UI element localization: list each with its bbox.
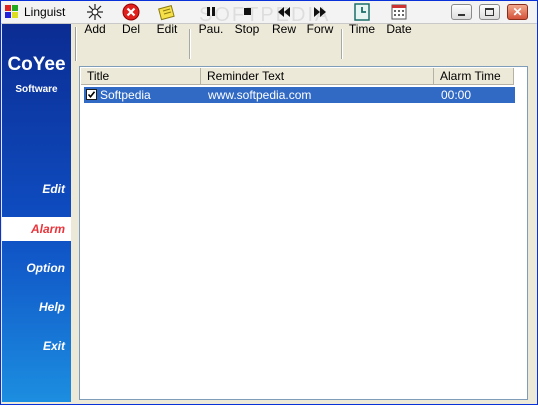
time-label: Time <box>348 22 376 36</box>
forward-label: Forw <box>306 22 334 36</box>
rewind-icon <box>274 3 294 21</box>
row-reminder-text: www.softpedia.com <box>208 88 312 102</box>
edit-label: Edit <box>156 22 178 36</box>
pause-label: Pau. <box>198 22 224 36</box>
window-title: Linguist <box>24 5 66 19</box>
forward-button[interactable]: Forw <box>305 3 335 39</box>
stop-icon <box>237 3 257 21</box>
app-window: Linguist ✕ SOFTPEDIA CoYee Software Edit… <box>0 0 538 405</box>
add-icon <box>85 3 105 21</box>
column-header-alarm-time[interactable]: Alarm Time <box>434 68 514 85</box>
add-button[interactable]: Add <box>81 3 109 39</box>
clock-icon <box>352 3 372 21</box>
check-icon <box>87 91 96 99</box>
minimize-button[interactable] <box>451 4 472 20</box>
delete-icon <box>121 3 141 21</box>
close-icon: ✕ <box>512 5 523 19</box>
forward-icon <box>310 3 330 21</box>
calendar-icon <box>389 3 409 21</box>
row-checkbox[interactable] <box>86 89 97 100</box>
alarm-list[interactable]: Title Reminder Text Alarm Time Softpedia… <box>79 66 528 400</box>
pause-icon <box>201 3 221 21</box>
sidebar: CoYee Software Edit Alarm Option Help Ex… <box>2 24 71 402</box>
toolbar-separator <box>341 29 342 59</box>
sidebar-item-option[interactable]: Option <box>2 256 71 280</box>
pause-button[interactable]: Pau. <box>197 3 225 39</box>
list-header: Title Reminder Text Alarm Time <box>81 68 526 85</box>
stop-button[interactable]: Stop <box>233 3 261 39</box>
delete-label: Del <box>121 22 140 36</box>
column-header-reminder-text[interactable]: Reminder Text <box>201 68 434 85</box>
toolbar-grip <box>75 27 76 61</box>
sidebar-item-exit[interactable]: Exit <box>2 334 71 358</box>
date-label: Date <box>386 22 412 36</box>
time-button[interactable]: Time <box>347 3 377 39</box>
column-header-title[interactable]: Title <box>81 68 201 85</box>
brand-subtitle: Software <box>15 84 58 95</box>
maximize-icon <box>485 8 494 16</box>
table-row[interactable]: Softpedia www.softpedia.com 00:00 <box>84 87 515 103</box>
rewind-label: Rew <box>271 22 296 36</box>
edit-icon <box>157 3 177 21</box>
maximize-button[interactable] <box>479 4 500 20</box>
row-title: Softpedia <box>100 88 151 102</box>
rewind-button[interactable]: Rew <box>269 3 299 39</box>
date-button[interactable]: Date <box>384 3 414 39</box>
sidebar-item-help[interactable]: Help <box>2 295 71 319</box>
minimize-icon <box>458 14 465 16</box>
row-alarm-time: 00:00 <box>441 88 472 102</box>
app-icon <box>5 5 19 19</box>
stop-label: Stop <box>234 22 260 36</box>
sidebar-item-edit[interactable]: Edit <box>2 177 71 201</box>
delete-button[interactable]: Del <box>117 3 145 39</box>
add-label: Add <box>84 22 106 36</box>
sidebar-item-alarm[interactable]: Alarm <box>2 217 71 241</box>
edit-button[interactable]: Edit <box>153 3 181 39</box>
toolbar-separator <box>189 29 190 59</box>
brand-name: CoYee <box>7 54 66 75</box>
close-button[interactable]: ✕ <box>507 4 528 20</box>
